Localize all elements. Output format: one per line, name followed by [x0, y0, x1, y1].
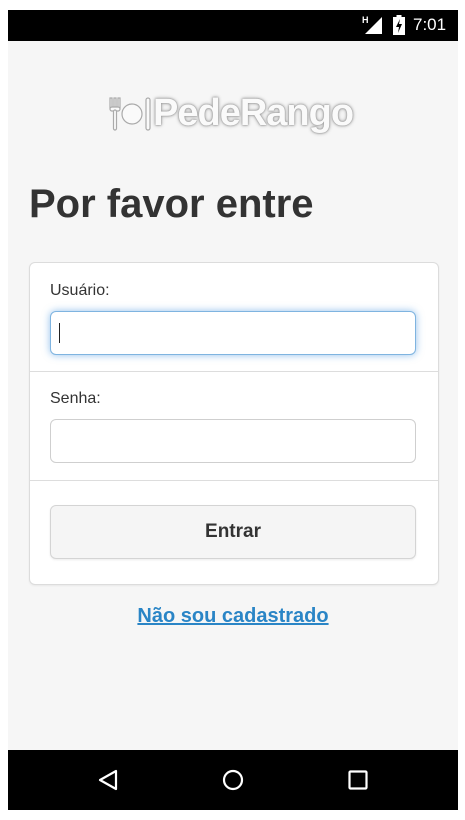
password-field-group: Senha:	[30, 372, 438, 481]
status-bar: H 7:01	[8, 10, 458, 41]
register-link[interactable]: Não sou cadastrado	[8, 605, 458, 628]
username-label: Usuário:	[50, 282, 110, 299]
username-input[interactable]	[50, 311, 416, 355]
fork-plate-icon	[109, 97, 151, 131]
text-caret	[59, 323, 60, 343]
signal-icon	[365, 17, 382, 34]
password-label: Senha:	[50, 390, 101, 407]
navigation-bar	[8, 750, 458, 810]
logo-text: PedeRango	[153, 92, 354, 134]
back-icon[interactable]	[96, 768, 120, 792]
app-logo: PedeRango	[108, 90, 358, 140]
battery-icon	[393, 15, 405, 35]
app-screen: H 7:01 PedeRango Por favor entre Usuário…	[8, 10, 458, 810]
username-field-group: Usuário:	[30, 263, 438, 372]
page-title: Por favor entre	[29, 182, 314, 226]
login-button[interactable]: Entrar	[50, 505, 416, 559]
password-input[interactable]	[50, 419, 416, 463]
recents-icon[interactable]	[346, 768, 370, 792]
home-icon[interactable]	[221, 768, 245, 792]
clock: 7:01	[413, 15, 447, 34]
login-form: Usuário: Senha: Entrar	[29, 262, 439, 585]
